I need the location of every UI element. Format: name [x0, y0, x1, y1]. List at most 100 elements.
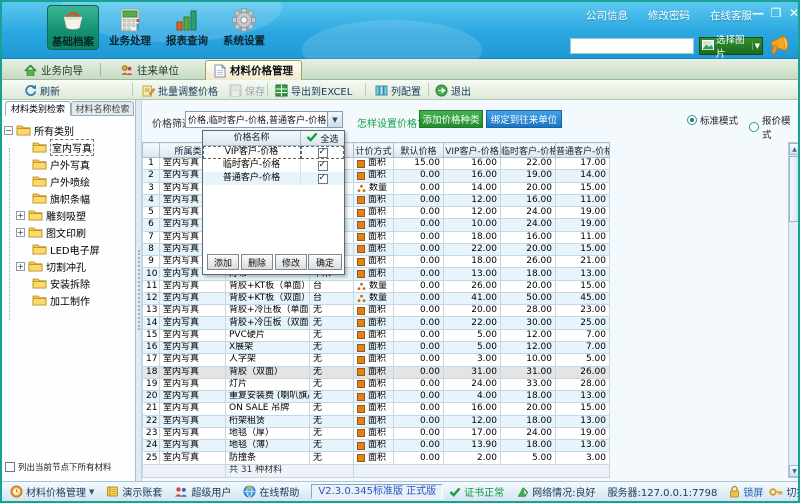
add-price-type-button[interactable]: 添加价格种类 [419, 110, 483, 128]
tree-item[interactable]: 安装拆除 [32, 275, 90, 291]
price-type-row[interactable]: 普通客户-价格 [203, 172, 344, 185]
list-all-checkbox-row[interactable]: 列出当前节点下所有材料 [5, 461, 112, 473]
table-row[interactable]: 12室内写真背胶+KT板（双面）台数量0.0041.0050.0045.00 [143, 292, 610, 304]
expand-icon[interactable]: + [16, 228, 25, 237]
status-help[interactable]: 在线帮助 [243, 484, 299, 499]
expand-icon[interactable]: + [16, 211, 25, 220]
toplink-0[interactable]: 公司信息 [586, 8, 628, 23]
column-header-no[interactable] [143, 143, 160, 158]
tree-item[interactable]: 加工制作 [32, 292, 90, 308]
bind-partner-button[interactable]: 绑定到往来单位 [486, 110, 562, 128]
toolbar-refresh-button[interactable]: 刷新 [24, 82, 60, 98]
table-row[interactable]: 15室内写真PVC硬片无面积0.005.0012.007.00 [143, 329, 610, 341]
switch-user-button[interactable]: 切换用户 [769, 484, 800, 499]
table-row[interactable]: 24室内写真地毯（薄）无面积0.0013.9018.0013.00 [143, 440, 610, 452]
tree-root[interactable]: −所有类别 [4, 122, 74, 138]
table-row[interactable]: 13室内写真背胶+冷压板（单面）无面积0.0020.0028.0023.00 [143, 305, 610, 317]
toolbar-exit-button[interactable]: 退出 [435, 82, 471, 98]
tree-item[interactable]: 户外喷绘 [32, 173, 90, 189]
close-button[interactable]: ✕ [786, 6, 800, 20]
radio-icon[interactable] [749, 122, 759, 132]
maximize-button[interactable]: ❐ [768, 6, 784, 20]
table-row[interactable]: 14室内写真背胶+冷压板（双面）无面积0.0022.0030.0025.00 [143, 317, 610, 329]
status-account[interactable]: 演示账套 [106, 484, 162, 499]
nav-settings-button[interactable]: 系统设置 [217, 5, 271, 50]
table-row[interactable]: 23室内写真地毯（厚）无面积0.0017.0024.0019.00 [143, 427, 610, 439]
toplink-1[interactable]: 修改密码 [648, 8, 690, 23]
status-label: 服务器:127.0.0.1:7798 [608, 484, 718, 499]
status-lock-screen[interactable]: 锁屏 [729, 484, 763, 499]
table-row[interactable]: 22室内写真桁架租赁无面积0.0012.0018.0013.00 [143, 415, 610, 427]
radio-standard-mode[interactable]: 标准模式 [687, 113, 738, 127]
cell-default: 0.00 [394, 280, 444, 292]
toplink-2[interactable]: 在线客服 [710, 8, 752, 23]
tab-wizard[interactable]: 业务向导 [16, 61, 91, 79]
column-header-temp[interactable]: 临时客户-价格 [501, 143, 556, 158]
price-type-checkbox[interactable] [301, 172, 344, 185]
table-row[interactable]: 21室内写真ON SALE 吊牌无面积0.0016.0020.0015.00 [143, 403, 610, 415]
how-to-set-price-link[interactable]: 怎样设置价格? [357, 115, 422, 130]
column-header-normal[interactable]: 普通客户-价格 [556, 143, 610, 158]
toolbar-column-config-button[interactable]: 列配置 [375, 82, 421, 98]
popup-confirm-button[interactable]: 确定 [308, 254, 342, 270]
checkbox-icon[interactable] [5, 462, 15, 472]
nav-business-button[interactable]: 业务处理 [103, 5, 157, 50]
column-header-vip[interactable]: VIP客户-价格 [444, 143, 501, 158]
scroll-up-icon[interactable]: ▲ [789, 143, 800, 155]
select-all-header[interactable]: 全选 [301, 131, 344, 145]
table-row[interactable]: 19室内写真灯片无面积0.0024.0033.0028.00 [143, 378, 610, 390]
popup-add-button[interactable]: 添加 [207, 254, 239, 270]
tree-item[interactable]: +图文印刷 [16, 224, 86, 240]
tab-partners[interactable]: 往来单位 [112, 61, 187, 79]
table-row[interactable]: 11室内写真背胶+KT板（单面）台数量0.0026.0020.0015.00 [143, 280, 610, 292]
collapse-icon[interactable]: − [4, 126, 13, 135]
radio-icon[interactable] [687, 115, 697, 125]
checkbox-icon[interactable] [318, 161, 328, 171]
expand-icon[interactable]: + [16, 262, 25, 271]
status-module[interactable]: 材料价格管理▼ [10, 484, 94, 499]
tab-material-price[interactable]: 材料价格管理 [205, 60, 302, 80]
tab-name-search[interactable]: 材料名称检索 [71, 101, 134, 116]
combo-arrow-icon[interactable]: ▼ [327, 112, 342, 127]
checkbox-icon[interactable] [318, 148, 328, 158]
price-type-checkbox[interactable] [301, 146, 344, 159]
table-row[interactable]: 18室内写真背胶（双面）无面积0.0031.0031.0026.00 [143, 366, 610, 378]
price-type-row[interactable]: VIP客户-价格 [203, 146, 344, 159]
column-header-method[interactable]: 计价方式 [354, 143, 394, 158]
toolbar-export-excel-button[interactable]: 导出到EXCEL [275, 82, 352, 98]
cell-category: 室内写真 [160, 305, 226, 317]
toolbar-batch-adjust-price-button[interactable]: 批量调整价格 [142, 82, 218, 98]
tree-item[interactable]: 室内写真 [32, 139, 94, 155]
choose-image-button[interactable]: 选择图片 ▼ [699, 37, 763, 55]
nav-report-button[interactable]: 报表查询 [160, 5, 214, 50]
table-row[interactable]: 20室内写真重复安装费 (喇叭旗/门柱无面积0.004.0018.0013.00 [143, 391, 610, 403]
nav-base-archive-button[interactable]: 基础档案 [47, 5, 99, 50]
cell-no: 16 [143, 341, 160, 353]
price-type-checkbox[interactable] [301, 159, 344, 172]
barchart-icon [160, 7, 214, 35]
popup-delete-button[interactable]: 删除 [241, 254, 273, 270]
table-row[interactable]: 16室内写真X展架无面积0.005.0012.007.00 [143, 341, 610, 353]
tree-item[interactable]: +切割冲孔 [16, 258, 86, 274]
tree-item[interactable]: LED电子屏 [32, 241, 100, 257]
price-filter-combo[interactable]: 价格,临时客户-价格,普通客户-价格 ▼ [185, 111, 343, 128]
checkbox-icon[interactable] [318, 174, 328, 184]
area-icon [357, 393, 365, 401]
tree-item[interactable]: 户外写真 [32, 156, 90, 172]
horn-icon[interactable] [768, 33, 792, 60]
tree-item[interactable]: +雕刻吸塑 [16, 207, 86, 223]
popup-modify-button[interactable]: 修改 [275, 254, 307, 270]
status-user[interactable]: 超级用户 [174, 484, 231, 499]
scroll-down-icon[interactable]: ▼ [789, 465, 800, 477]
minimize-button[interactable]: — [750, 6, 766, 20]
table-row[interactable]: 25室内写真防撞条无面积0.002.005.003.00 [143, 452, 610, 464]
radio-quote-mode[interactable]: 报价模式 [749, 113, 798, 141]
column-header-default[interactable]: 默认价格 [394, 143, 444, 158]
scrollbar-thumb[interactable] [789, 156, 800, 222]
vertical-scrollbar[interactable]: ▲ ▼ [788, 142, 800, 478]
table-row[interactable]: 17室内写真人字架无面积0.003.0010.005.00 [143, 354, 610, 366]
tree-item[interactable]: 旗帜条幅 [32, 190, 90, 206]
tab-category-search[interactable]: 材料类别检索 [5, 101, 71, 116]
search-input[interactable] [570, 38, 694, 54]
price-type-row[interactable]: 临时客户-价格 [203, 159, 344, 172]
